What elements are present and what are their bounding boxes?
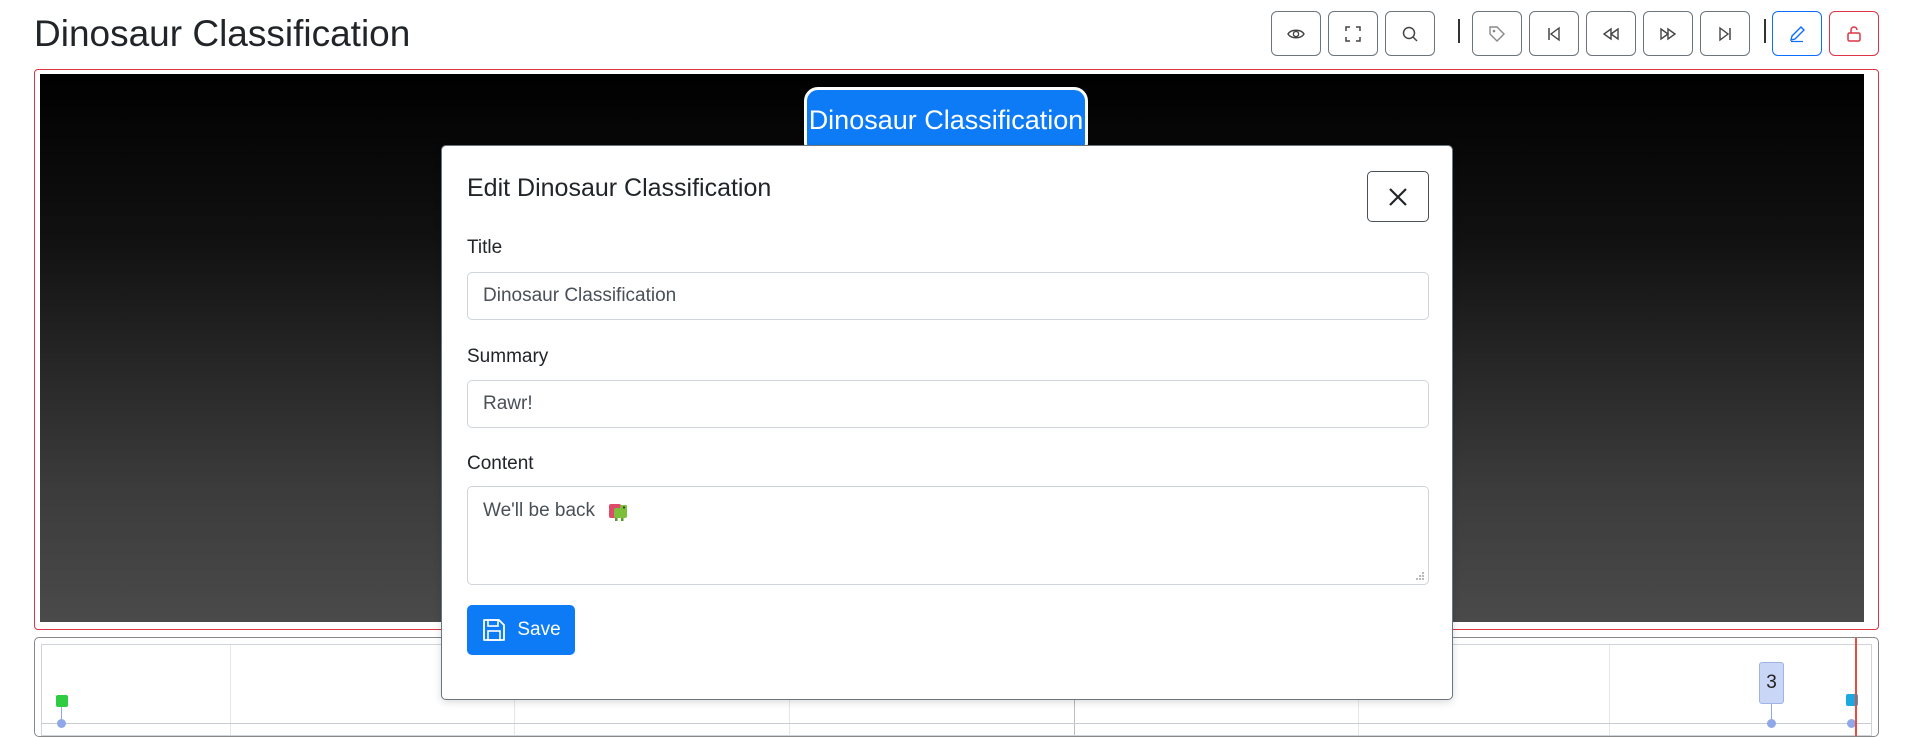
toolbar-separator bbox=[1458, 19, 1460, 43]
content-label: Content bbox=[467, 453, 534, 474]
timeline-start-marker[interactable] bbox=[56, 695, 68, 707]
close-icon bbox=[1389, 187, 1407, 206]
skip-end-icon bbox=[1719, 26, 1731, 41]
tag-icon bbox=[1489, 25, 1505, 42]
timeline-gridline bbox=[1609, 645, 1610, 735]
content-text: We'll be back bbox=[483, 500, 596, 521]
title-field[interactable]: Dinosaur Classification bbox=[467, 272, 1429, 320]
previous-slide-button[interactable] bbox=[1586, 11, 1636, 56]
content-textarea[interactable]: We'll be back bbox=[467, 486, 1429, 585]
eye-icon bbox=[1287, 29, 1305, 38]
rewind-icon bbox=[1602, 27, 1619, 40]
title-label: Title bbox=[467, 237, 503, 258]
timeline-event-count[interactable]: 3 bbox=[1759, 662, 1784, 704]
save-button[interactable]: Save bbox=[467, 605, 575, 655]
pencil-icon bbox=[1790, 25, 1805, 42]
timeline-stem bbox=[1771, 704, 1772, 720]
tag-button[interactable] bbox=[1472, 11, 1522, 56]
timeline-gridline bbox=[230, 645, 231, 735]
page-title: Dinosaur Classification bbox=[34, 13, 411, 54]
timeline-current-position[interactable] bbox=[1855, 638, 1857, 736]
timeline-event-dot[interactable] bbox=[1767, 719, 1776, 728]
resize-grip-icon[interactable] bbox=[1415, 571, 1425, 581]
lock-button[interactable] bbox=[1829, 11, 1879, 56]
first-slide-button[interactable] bbox=[1529, 11, 1579, 56]
view-button[interactable] bbox=[1271, 11, 1321, 56]
modal-title: Edit Dinosaur Classification bbox=[467, 174, 772, 202]
fast-forward-icon bbox=[1660, 27, 1677, 40]
summary-label: Summary bbox=[467, 346, 549, 367]
summary-field[interactable]: Rawr! bbox=[467, 380, 1429, 428]
timeline-event-dot[interactable] bbox=[57, 719, 66, 728]
dinosaur-emoji-icon bbox=[609, 503, 628, 521]
save-button-label: Save bbox=[517, 619, 561, 640]
skip-start-icon bbox=[1548, 26, 1560, 41]
last-slide-button[interactable] bbox=[1700, 11, 1750, 56]
fullscreen-icon bbox=[1345, 25, 1361, 42]
search-button[interactable] bbox=[1385, 11, 1435, 56]
unlock-icon bbox=[1847, 25, 1861, 42]
timeline-axis bbox=[42, 723, 1871, 724]
fullscreen-button[interactable] bbox=[1328, 11, 1378, 56]
floppy-disk-icon bbox=[483, 619, 506, 641]
search-icon bbox=[1402, 26, 1418, 42]
toolbar-separator bbox=[1764, 19, 1766, 43]
next-slide-button[interactable] bbox=[1643, 11, 1693, 56]
close-button[interactable] bbox=[1367, 171, 1429, 222]
edit-modal: Edit Dinosaur Classification Title Dinos… bbox=[441, 145, 1453, 700]
edit-button[interactable] bbox=[1772, 11, 1822, 56]
